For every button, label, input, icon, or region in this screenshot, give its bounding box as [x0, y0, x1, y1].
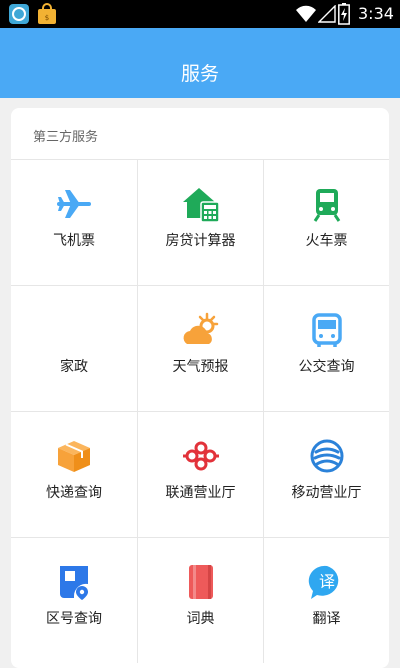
service-mortgage-calculator[interactable]: 房贷计算器	[137, 160, 263, 285]
signal-icon	[318, 5, 336, 23]
svg-text:$: $	[45, 14, 49, 22]
service-translate[interactable]: 译 翻译	[263, 538, 389, 663]
airplane-icon	[57, 190, 91, 218]
service-housekeeping[interactable]: 家政	[11, 286, 137, 411]
wifi-icon	[296, 5, 316, 22]
translate-icon: 译	[308, 565, 338, 599]
service-label: 移动营业厅	[291, 485, 362, 501]
mobile-logo-icon	[310, 439, 343, 473]
service-mobile-hall[interactable]: 移动营业厅	[263, 412, 389, 537]
services-row: 家政 天气预报 公交查询	[11, 285, 389, 411]
services-grid: 飞机票 房贷计算器 火车票 家政 天气预报 公交查询 快递查询 联通营业厅 移动…	[11, 159, 389, 663]
svg-text:译: 译	[318, 572, 334, 591]
service-dictionary[interactable]: 词典	[137, 538, 263, 663]
service-label: 火车票	[305, 233, 348, 249]
package-icon	[58, 441, 90, 472]
area-code-icon	[60, 566, 88, 600]
app-notification-icon	[9, 4, 29, 24]
service-label: 词典	[186, 611, 215, 627]
dictionary-icon	[188, 565, 213, 599]
service-bus-query[interactable]: 公交查询	[263, 286, 389, 411]
service-label: 飞机票	[53, 233, 95, 249]
service-label: 家政	[60, 359, 88, 375]
service-express-query[interactable]: 快递查询	[11, 412, 137, 537]
service-label: 快递查询	[46, 485, 102, 501]
section-title: 第三方服务	[33, 130, 99, 145]
service-area-code-query[interactable]: 区号查询	[11, 538, 137, 663]
service-train-ticket[interactable]: 火车票	[263, 160, 389, 285]
service-label: 联通营业厅	[165, 485, 236, 501]
house-calculator-icon	[182, 188, 220, 223]
status-time: 3:34	[358, 4, 394, 23]
page-title: 服务	[180, 63, 219, 85]
train-icon	[313, 189, 340, 222]
service-label: 区号查询	[46, 611, 102, 627]
service-flight-ticket[interactable]: 飞机票	[11, 160, 137, 285]
unicom-logo-icon	[182, 441, 219, 471]
services-row: 飞机票 房贷计算器 火车票	[11, 159, 389, 285]
battery-icon	[338, 3, 350, 25]
weather-icon	[183, 312, 218, 344]
services-row: 区号查询 词典 译 翻译	[11, 537, 389, 663]
services-row: 快递查询 联通营业厅 移动营业厅	[11, 411, 389, 537]
service-label: 公交查询	[298, 359, 355, 375]
app-bar: 服务	[0, 28, 400, 98]
shopping-bag-icon: $	[38, 3, 56, 24]
service-label: 翻译	[312, 611, 341, 627]
status-bar: $ 3:34	[0, 0, 400, 28]
service-unicom-hall[interactable]: 联通营业厅	[137, 412, 263, 537]
service-label: 天气预报	[172, 359, 229, 375]
bus-icon	[311, 313, 342, 347]
service-weather-forecast[interactable]: 天气预报	[137, 286, 263, 411]
service-label: 房贷计算器	[165, 233, 236, 249]
services-card: 第三方服务 飞机票 房贷计算器 火车票 家政 天气预报 公交查询 快递查询 联通…	[11, 108, 389, 668]
